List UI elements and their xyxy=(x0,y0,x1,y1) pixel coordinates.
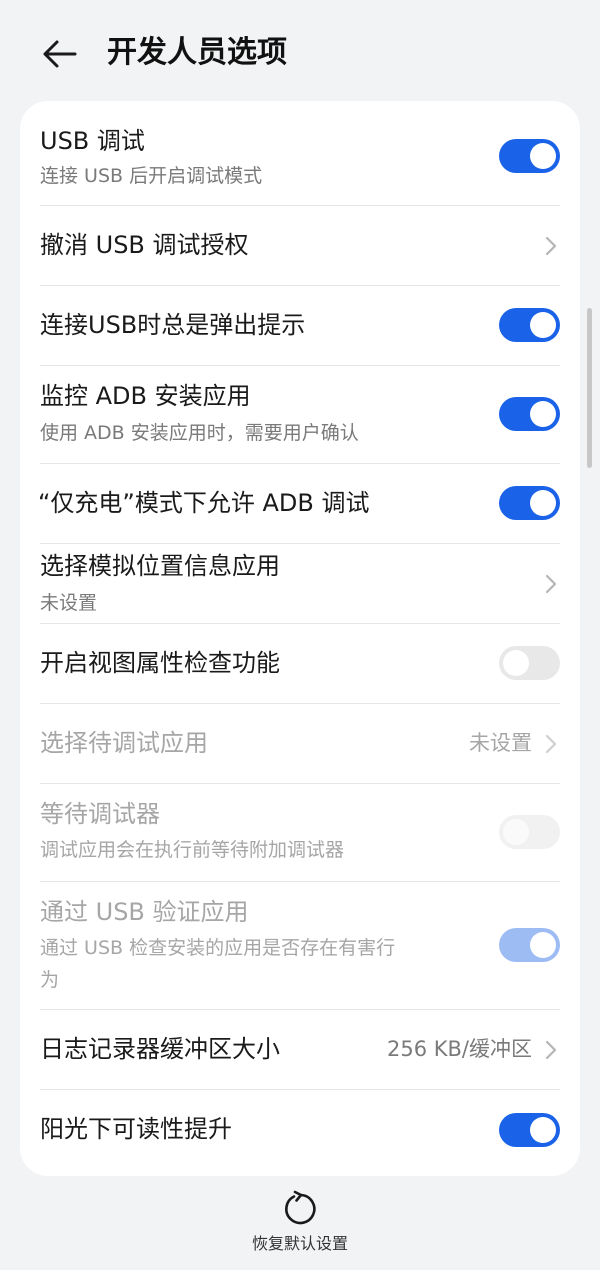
back-button[interactable] xyxy=(34,32,84,76)
arrow-left-icon xyxy=(43,40,77,68)
scrollbar[interactable] xyxy=(587,308,592,468)
wait-debugger-toggle xyxy=(499,815,560,849)
row-value: 未设置 xyxy=(469,731,532,755)
toggle-knob xyxy=(530,143,556,169)
charge-only-adb-toggle[interactable] xyxy=(499,486,560,520)
row-title: “仅充电”模式下允许 ADB 调试 xyxy=(38,489,370,517)
row-title: 阳光下可读性提升 xyxy=(40,1115,232,1143)
row-view-attribute-inspection[interactable]: 开启视图属性检查功能 xyxy=(40,624,560,704)
row-subtitle: 使用 ADB 安装应用时，需要用户确认 xyxy=(40,422,359,444)
verify-apps-toggle xyxy=(499,928,560,962)
usb-debugging-toggle[interactable] xyxy=(499,139,560,173)
chevron-right-icon xyxy=(545,1040,557,1060)
row-title: 日志记录器缓冲区大小 xyxy=(40,1035,280,1063)
row-wait-for-debugger: 等待调试器 调试应用会在执行前等待附加调试器 xyxy=(40,784,560,882)
toggle-knob xyxy=(530,490,556,516)
refresh-icon xyxy=(285,1190,316,1225)
row-value: 256 KB/缓冲区 xyxy=(386,1037,532,1061)
sunlight-readability-toggle[interactable] xyxy=(499,1113,560,1147)
row-monitor-adb-install[interactable]: 监控 ADB 安装应用 使用 ADB 安装应用时，需要用户确认 xyxy=(40,366,560,464)
toggle-knob xyxy=(530,312,556,338)
row-revoke-usb-auth[interactable]: 撤消 USB 调试授权 xyxy=(40,206,560,286)
chevron-right-icon xyxy=(545,574,557,594)
row-usb-prompt[interactable]: 连接USB时总是弹出提示 xyxy=(40,286,560,366)
row-title: 监控 ADB 安装应用 xyxy=(40,382,251,410)
row-subtitle: 未设置 xyxy=(40,592,98,614)
row-logger-buffer-size[interactable]: 日志记录器缓冲区大小 256 KB/缓冲区 xyxy=(40,1010,560,1090)
usb-prompt-toggle[interactable] xyxy=(499,308,560,342)
chevron-right-icon xyxy=(545,236,557,256)
restore-defaults-button[interactable]: 恢复默认设置 xyxy=(230,1186,370,1262)
toggle-knob xyxy=(530,932,556,958)
row-title: 连接USB时总是弹出提示 xyxy=(40,311,306,339)
row-title: 等待调试器 xyxy=(40,800,160,828)
toggle-knob xyxy=(503,650,529,676)
row-title: 选择模拟位置信息应用 xyxy=(40,552,280,580)
toggle-knob xyxy=(503,819,529,845)
row-charge-only-adb[interactable]: “仅充电”模式下允许 ADB 调试 xyxy=(38,464,560,544)
header: 开发人员选项 xyxy=(0,0,600,100)
toggle-knob xyxy=(530,401,556,427)
view-attribute-toggle[interactable] xyxy=(499,646,560,680)
row-select-debug-app: 选择待调试应用 未设置 xyxy=(40,704,560,784)
row-verify-apps-usb: 通过 USB 验证应用 通过 USB 检查安装的应用是否存在有害行 为 xyxy=(40,882,560,1010)
row-subtitle: 连接 USB 后开启调试模式 xyxy=(40,165,263,187)
toggle-knob xyxy=(530,1117,556,1143)
row-subtitle: 调试应用会在执行前等待附加调试器 xyxy=(40,839,345,861)
row-title: USB 调试 xyxy=(40,127,145,155)
row-sunlight-readability[interactable]: 阳光下可读性提升 xyxy=(40,1090,560,1172)
monitor-adb-toggle[interactable] xyxy=(499,397,560,431)
row-title: 开启视图属性检查功能 xyxy=(40,649,280,677)
row-title: 选择待调试应用 xyxy=(40,729,208,757)
row-title: 通过 USB 验证应用 xyxy=(40,898,249,926)
page-title: 开发人员选项 xyxy=(107,35,287,70)
chevron-right-icon xyxy=(545,734,557,754)
restore-defaults-label: 恢复默认设置 xyxy=(251,1234,348,1253)
row-mock-location-app[interactable]: 选择模拟位置信息应用 未设置 xyxy=(40,544,560,624)
row-subtitle-continued: 为 xyxy=(40,969,60,991)
row-usb-debugging[interactable]: USB 调试 连接 USB 后开启调试模式 xyxy=(40,101,560,206)
row-title: 撤消 USB 调试授权 xyxy=(40,231,249,259)
settings-card: USB 调试 连接 USB 后开启调试模式 撤消 USB 调试授权 连接USB时… xyxy=(20,101,580,1176)
row-subtitle: 通过 USB 检查安装的应用是否存在有害行 xyxy=(40,937,396,959)
